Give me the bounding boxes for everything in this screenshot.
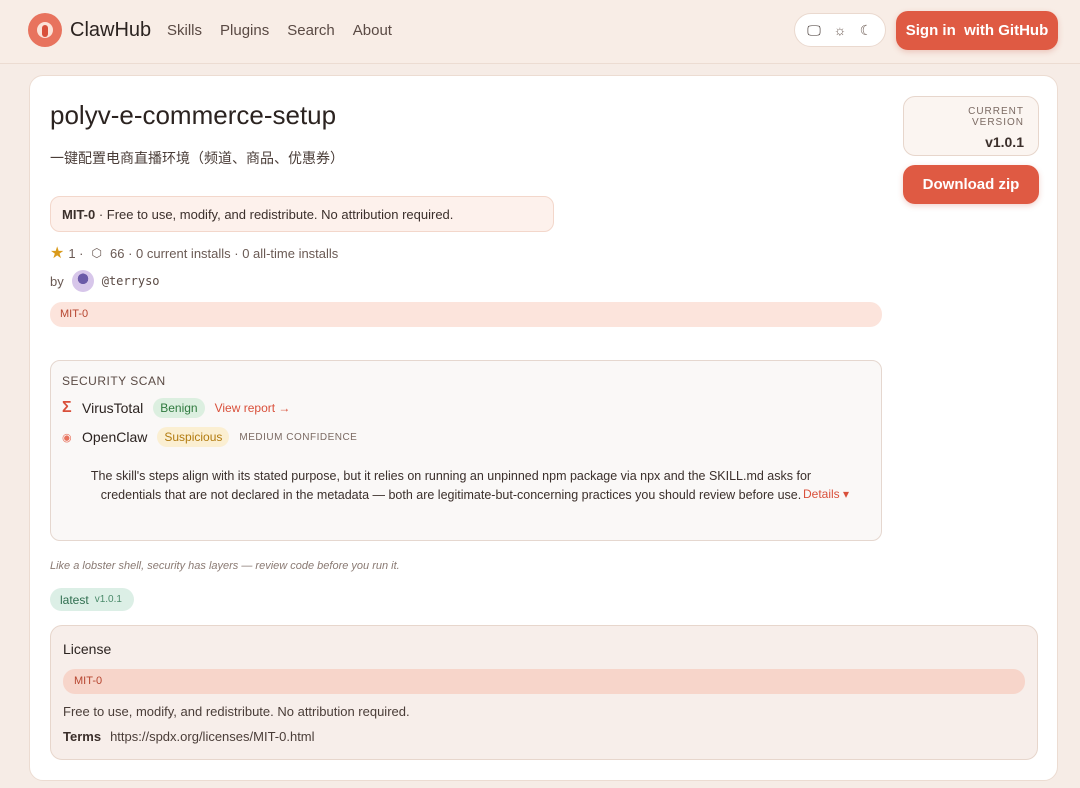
benign-badge: Benign xyxy=(153,398,205,418)
skill-title: polyv-e-commerce-setup xyxy=(50,100,337,130)
brand-name: ClawHub xyxy=(70,18,152,41)
openclaw-icon: ◉ xyxy=(62,431,72,444)
version-value: v1.0.1 xyxy=(985,134,1024,150)
scan-description: The skill's steps align with its stated … xyxy=(90,469,812,502)
openclaw-row: ◉ OpenClaw Suspicious MEDIUM CONFIDENCE xyxy=(62,427,357,447)
confidence-label: MEDIUM CONFIDENCE xyxy=(239,431,358,443)
nav-item-plugins[interactable]: Plugins xyxy=(220,22,269,39)
virustotal-name: VirusTotal xyxy=(82,400,144,416)
security-scan-panel: SECURITY SCAN Σ VirusTotal Benign View r… xyxy=(50,360,882,541)
skill-subtitle: 一键配置电商直播环境（频道、商品、优惠券） xyxy=(50,150,344,166)
author-handle[interactable]: @terryso xyxy=(102,274,160,288)
lobster-logo-icon xyxy=(28,13,62,47)
license-panel: License MIT-0 Free to use, modify, and r… xyxy=(50,625,1038,760)
nav-item-about[interactable]: About xyxy=(353,22,392,39)
skill-stats: ★ 1 · ⬡ 66 · 0 current installs · 0 all-… xyxy=(50,243,338,263)
security-scan-title: SECURITY SCAN xyxy=(62,374,166,388)
top-navbar: ClawHub Skills Plugins Search About 🖵 ☼ … xyxy=(0,0,1080,64)
nav-item-search[interactable]: Search xyxy=(287,22,335,39)
terms-url-link[interactable]: https://spdx.org/licenses/MIT-0.html xyxy=(110,729,314,744)
version-label: CURRENT VERSION xyxy=(968,106,1024,128)
by-label: by xyxy=(50,273,64,289)
star-count: 1 · xyxy=(68,245,84,261)
license-panel-code: MIT-0 xyxy=(63,669,1025,694)
suspicious-badge: Suspicious xyxy=(157,427,230,447)
download-zip-button[interactable]: Download zip xyxy=(903,165,1039,204)
sign-in-label: Sign in with GitHub xyxy=(905,22,1049,39)
license-panel-code-label: MIT-0 xyxy=(74,675,103,687)
sun-icon[interactable]: ☼ xyxy=(829,22,851,38)
package-icon: ⬡ xyxy=(91,246,102,260)
license-code: MIT-0 xyxy=(62,207,96,222)
latest-version-badge[interactable]: latest v1.0.1 xyxy=(50,588,134,611)
install-stats: 66 · 0 current installs · 0 all-time ins… xyxy=(110,245,339,261)
view-report-link[interactable]: View report → xyxy=(215,401,291,415)
download-zip-label: Download zip xyxy=(922,176,1020,193)
moon-icon[interactable]: ☾ xyxy=(855,22,877,39)
license-terms: Terms https://spdx.org/licenses/MIT-0.ht… xyxy=(63,729,315,744)
openclaw-name: OpenClaw xyxy=(82,429,148,445)
license-tag: MIT-0 xyxy=(50,302,882,327)
nav-item-skills[interactable]: Skills xyxy=(167,22,202,39)
latest-version: v1.0.1 xyxy=(94,594,122,605)
star-icon[interactable]: ★ xyxy=(50,243,64,263)
brand-link[interactable]: ClawHub xyxy=(28,13,151,47)
current-version-box: CURRENT VERSION v1.0.1 xyxy=(903,96,1039,156)
license-tag-label: MIT-0 xyxy=(60,308,89,320)
terms-label: Terms xyxy=(63,729,102,744)
main-nav: Skills Plugins Search About xyxy=(167,22,410,39)
license-summary: MIT-0 · Free to use, modify, and redistr… xyxy=(50,196,554,232)
virustotal-row: Σ VirusTotal Benign View report → xyxy=(62,398,290,418)
theme-switch: 🖵 ☼ ☾ xyxy=(794,13,886,47)
license-summary-text: · Free to use, modify, and redistribute.… xyxy=(95,207,454,222)
virustotal-icon: Σ xyxy=(62,399,72,416)
author-avatar[interactable] xyxy=(71,270,94,292)
author-byline: by @terryso xyxy=(50,270,160,292)
security-tagline: Like a lobster shell, security has layer… xyxy=(50,560,400,572)
sign-in-github-button[interactable]: Sign in with GitHub xyxy=(896,11,1058,50)
skill-card: polyv-e-commerce-setup 一键配置电商直播环境（频道、商品、… xyxy=(29,75,1058,781)
monitor-icon[interactable]: 🖵 xyxy=(803,22,825,39)
license-panel-title: License xyxy=(63,641,112,657)
details-toggle[interactable]: Details ▾ xyxy=(803,487,849,501)
latest-label: latest xyxy=(60,592,89,607)
license-panel-text: Free to use, modify, and redistribute. N… xyxy=(63,704,410,719)
